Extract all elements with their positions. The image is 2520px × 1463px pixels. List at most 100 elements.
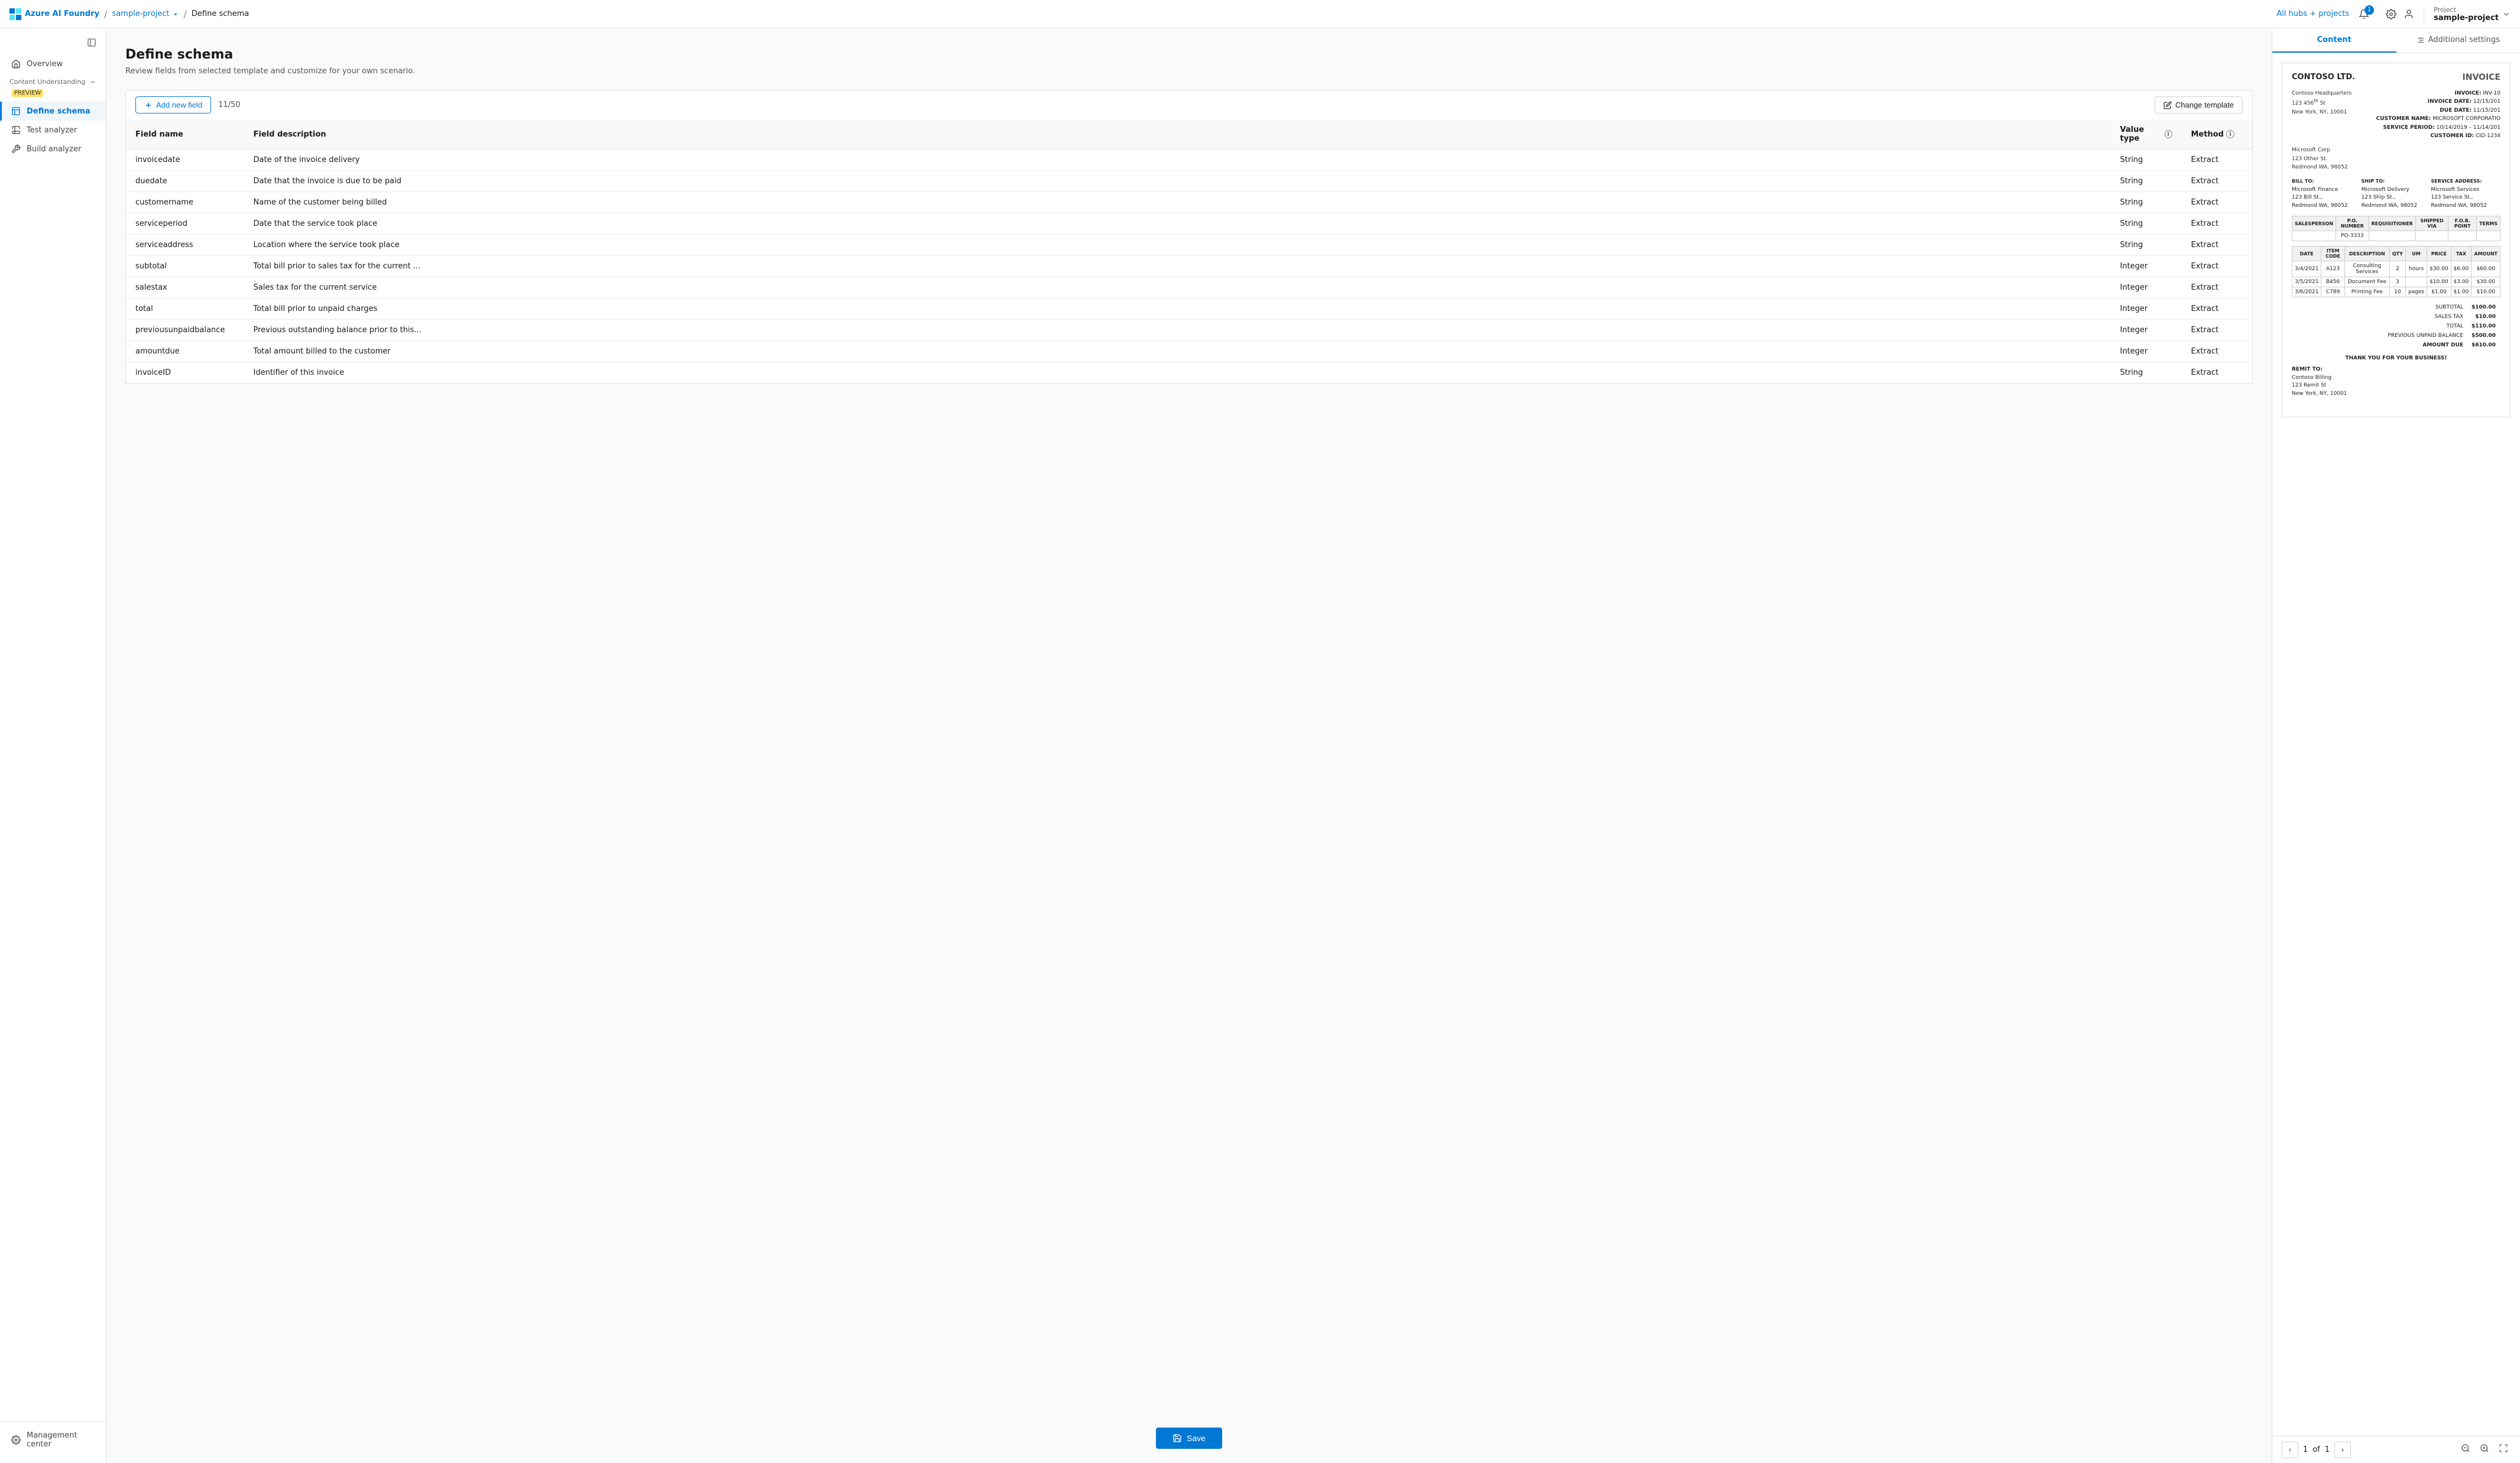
cell-valuetype: String (2111, 213, 2182, 235)
cell-method: Extract (2182, 320, 2253, 341)
page-subtitle: Review fields from selected template and… (125, 67, 2253, 76)
cell-fieldname: invoicedate (126, 150, 244, 171)
invoice-remit: REMIT TO: Contoso Billing123 Remit StNew… (2292, 366, 2500, 398)
change-template-button[interactable]: Change template (2155, 96, 2243, 113)
cell-method: Extract (2182, 299, 2253, 320)
invoice-totals: SUBTOTAL$100.00 SALES TAX$10.00 TOTAL$11… (2292, 302, 2500, 351)
cell-valuetype: String (2111, 235, 2182, 256)
table-row: serviceaddress Location where the servic… (126, 235, 2253, 256)
cell-description: Name of the customer being billed (244, 192, 2111, 213)
cell-description: Location where the service took place (244, 235, 2111, 256)
sidebar-toggle[interactable] (0, 33, 106, 52)
content-area: Define schema Review fields from selecte… (106, 28, 2520, 1463)
right-panel-footer: 1 of 1 (2272, 1436, 2520, 1463)
project-link[interactable]: sample-project (112, 9, 179, 18)
cell-fieldname: salestax (126, 277, 244, 299)
sidebar-item-define-schema[interactable]: Define schema (0, 102, 106, 121)
cell-valuetype: String (2111, 362, 2182, 384)
cell-method: Extract (2182, 256, 2253, 277)
method-info-icon[interactable]: i (2226, 130, 2234, 138)
zoom-in-button[interactable] (2477, 1441, 2492, 1458)
sidebar-item-management[interactable]: Management center (0, 1426, 106, 1454)
current-page: 1 (2303, 1445, 2308, 1454)
of-label: of (2312, 1445, 2320, 1454)
cell-fieldname: customername (126, 192, 244, 213)
cell-method: Extract (2182, 277, 2253, 299)
topnav: Azure AI Foundry / sample-project / Defi… (0, 0, 2520, 28)
cell-valuetype: String (2111, 171, 2182, 192)
account-icon-button[interactable] (2404, 9, 2414, 20)
main-layout: Overview Content Understanding PREVIEW D… (0, 28, 2520, 1463)
project-switcher[interactable]: Project sample-project (2424, 6, 2511, 22)
tab-content[interactable]: Content (2272, 28, 2396, 53)
sidebar-item-build-analyzer[interactable]: Build analyzer (0, 140, 106, 158)
nav-icons: 1 (2359, 9, 2414, 20)
sidebar-item-management-label: Management center (27, 1431, 96, 1449)
breadcrumb: Azure AI Foundry / sample-project / Defi… (9, 8, 249, 20)
table-row: subtotal Total bill prior to sales tax f… (126, 256, 2253, 277)
sidebar: Overview Content Understanding PREVIEW D… (0, 28, 106, 1463)
table-row: invoiceID Identifier of this invoice Str… (126, 362, 2253, 384)
cell-valuetype: Integer (2111, 277, 2182, 299)
topnav-right: All hubs + projects 1 Project sample-pro… (2276, 6, 2511, 22)
cell-fieldname: previousunpaidbalance (126, 320, 244, 341)
sidebar-item-overview[interactable]: Overview (0, 54, 106, 73)
cell-description: Total amount billed to the customer (244, 341, 2111, 362)
cell-method: Extract (2182, 235, 2253, 256)
cell-description: Identifier of this invoice (244, 362, 2111, 384)
sidebar-item-define-schema-label: Define schema (27, 107, 90, 116)
cell-fieldname: subtotal (126, 256, 244, 277)
th-description: Field description (244, 119, 2111, 150)
cell-valuetype: Integer (2111, 299, 2182, 320)
cell-description: Sales tax for the current service (244, 277, 2111, 299)
cell-method: Extract (2182, 171, 2253, 192)
cell-description: Total bill prior to sales tax for the cu… (244, 256, 2111, 277)
table-row: customername Name of the customer being … (126, 192, 2253, 213)
add-new-field-button[interactable]: Add new field (135, 96, 211, 113)
save-bar: Save (106, 1428, 2272, 1449)
notification-count: 1 (2364, 5, 2374, 15)
cell-description: Previous outstanding balance prior to th… (244, 320, 2111, 341)
hubs-link[interactable]: All hubs + projects (2276, 9, 2349, 18)
settings-icon-button[interactable] (2386, 9, 2396, 20)
table-row: previousunpaidbalance Previous outstandi… (126, 320, 2253, 341)
sidebar-item-test-analyzer[interactable]: Test analyzer (0, 121, 106, 140)
cell-method: Extract (2182, 192, 2253, 213)
invoice-preview: CONTOSO LTD. INVOICE Contoso Headquarter… (2282, 63, 2511, 417)
fit-page-button[interactable] (2496, 1441, 2511, 1458)
table-row: invoicedate Date of the invoice delivery… (126, 150, 2253, 171)
tab-additional-settings[interactable]: Additional settings (2396, 28, 2520, 53)
invoice-ship-from: Microsoft Corp123 Other St.Redmond WA, 9… (2292, 146, 2500, 171)
page-title-breadcrumb: Define schema (192, 9, 249, 18)
cell-valuetype: Integer (2111, 256, 2182, 277)
table-row: total Total bill prior to unpaid charges… (126, 299, 2253, 320)
zoom-out-button[interactable] (2459, 1441, 2473, 1458)
cell-description: Date that the invoice is due to be paid (244, 171, 2111, 192)
invoice-line-table: DATEITEM CODEDESCRIPTIONQTYUMPRICETAXAMO… (2292, 246, 2500, 297)
table-row: salestax Sales tax for the current servi… (126, 277, 2253, 299)
cell-fieldname: amountdue (126, 341, 244, 362)
invoice-title: INVOICE (2463, 73, 2500, 82)
cell-fieldname: serviceaddress (126, 235, 244, 256)
invoice-address-block: Contoso Headquarters123 456th StNew York… (2292, 89, 2351, 134)
cell-method: Extract (2182, 213, 2253, 235)
prev-page-button[interactable] (2282, 1442, 2298, 1458)
table-row: amountdue Total amount billed to the cus… (126, 341, 2253, 362)
main-panel: Define schema Review fields from selecte… (106, 28, 2272, 1463)
cell-description: Date of the invoice delivery (244, 150, 2111, 171)
next-page-button[interactable] (2334, 1442, 2351, 1458)
cell-description: Total bill prior to unpaid charges (244, 299, 2111, 320)
sidebar-item-test-analyzer-label: Test analyzer (27, 126, 77, 135)
cell-method: Extract (2182, 341, 2253, 362)
total-pages: 1 (2325, 1445, 2330, 1454)
cell-fieldname: duedate (126, 171, 244, 192)
invoice-order-table: SALESPERSONP.O. NUMBERREQUISITIONERSHIPP… (2292, 216, 2500, 241)
save-button[interactable]: Save (1156, 1428, 1222, 1449)
invoice-addresses: BILL TO: Microsoft Finance123 Bill St.,R… (2292, 178, 2500, 210)
right-panel-content: CONTOSO LTD. INVOICE Contoso Headquarter… (2272, 53, 2520, 1436)
th-valuetype: Value type i (2111, 119, 2182, 150)
valuetype-info-icon[interactable]: i (2165, 130, 2172, 138)
brand[interactable]: Azure AI Foundry (9, 8, 99, 20)
table-row: serviceperiod Date that the service took… (126, 213, 2253, 235)
cell-method: Extract (2182, 150, 2253, 171)
